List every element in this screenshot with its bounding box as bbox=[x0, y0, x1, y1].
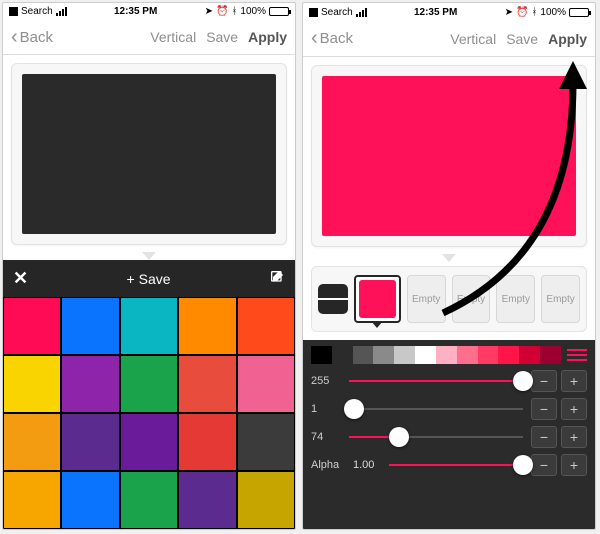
color-swatch[interactable] bbox=[121, 356, 177, 412]
color-swatch[interactable] bbox=[238, 414, 294, 470]
color-swatch[interactable] bbox=[179, 298, 235, 354]
decrement-button[interactable]: − bbox=[531, 370, 557, 392]
preview-card bbox=[11, 63, 287, 245]
slider-red: 255 −+ bbox=[311, 370, 587, 392]
chevron-left-icon: ‹ bbox=[311, 27, 318, 50]
color-swatch[interactable] bbox=[121, 472, 177, 528]
apply-button[interactable]: Apply bbox=[248, 29, 287, 45]
bluetooth-icon: ᚼ bbox=[231, 6, 237, 17]
color-swatch[interactable] bbox=[238, 472, 294, 528]
color-swatch[interactable] bbox=[62, 298, 118, 354]
color-swatch[interactable] bbox=[62, 472, 118, 528]
decrement-button[interactable]: − bbox=[531, 454, 557, 476]
apply-button[interactable]: Apply bbox=[548, 31, 587, 47]
color-swatch[interactable] bbox=[238, 298, 294, 354]
card-notch-icon bbox=[442, 254, 456, 262]
status-time: 12:35 PM bbox=[367, 7, 505, 18]
slider-red-value: 255 bbox=[311, 375, 341, 387]
gradient-strip[interactable] bbox=[311, 346, 561, 364]
alarm-icon: ⏰ bbox=[216, 6, 228, 17]
increment-button[interactable]: + bbox=[561, 426, 587, 448]
color-swatch[interactable] bbox=[62, 414, 118, 470]
back-button[interactable]: ‹Back bbox=[311, 27, 353, 50]
battery-pct: 100% bbox=[540, 7, 566, 18]
close-icon[interactable]: ✕ bbox=[13, 268, 28, 289]
color-swatch[interactable] bbox=[179, 472, 235, 528]
alarm-icon: ⏰ bbox=[516, 7, 528, 18]
save-button[interactable]: Save bbox=[506, 31, 538, 47]
color-swatch[interactable] bbox=[4, 356, 60, 412]
slider-blue: 74 −+ bbox=[311, 426, 587, 448]
card-notch-icon bbox=[142, 252, 156, 260]
swatch-slot-empty[interactable]: Empty bbox=[407, 275, 446, 323]
vertical-button[interactable]: Vertical bbox=[450, 31, 496, 47]
color-preview[interactable] bbox=[22, 74, 276, 234]
color-swatch[interactable] bbox=[4, 414, 60, 470]
swatch-slot-active[interactable] bbox=[354, 275, 401, 323]
color-swatch[interactable] bbox=[4, 472, 60, 528]
color-swatch[interactable] bbox=[121, 298, 177, 354]
increment-button[interactable]: + bbox=[561, 398, 587, 420]
edit-icon[interactable] bbox=[269, 269, 285, 288]
back-label: Back bbox=[20, 29, 53, 46]
slider-alpha-track[interactable] bbox=[389, 454, 523, 476]
slider-green-track[interactable] bbox=[349, 398, 523, 420]
nav-bar: ‹Back Vertical Save Apply bbox=[3, 20, 295, 55]
editor-menu-icon[interactable] bbox=[567, 349, 587, 361]
color-swatch[interactable] bbox=[238, 356, 294, 412]
slider-green: 1 −+ bbox=[311, 398, 587, 420]
color-swatch[interactable] bbox=[121, 414, 177, 470]
battery-icon bbox=[569, 8, 589, 17]
slider-green-value: 1 bbox=[311, 403, 341, 415]
color-swatch[interactable] bbox=[179, 414, 235, 470]
location-icon: ➤ bbox=[205, 6, 213, 17]
swatch-menu-button[interactable] bbox=[318, 284, 348, 314]
color-preview[interactable] bbox=[322, 76, 576, 236]
slider-alpha: Alpha 1.00 −+ bbox=[311, 454, 587, 476]
status-search[interactable]: Search bbox=[321, 7, 353, 18]
decrement-button[interactable]: − bbox=[531, 426, 557, 448]
battery-icon bbox=[269, 7, 289, 16]
location-icon: ➤ bbox=[505, 7, 513, 18]
swatch-slot-empty[interactable]: Empty bbox=[452, 275, 491, 323]
chevron-left-icon: ‹ bbox=[11, 26, 18, 49]
status-time: 12:35 PM bbox=[67, 6, 205, 17]
status-search[interactable]: Search bbox=[21, 6, 53, 17]
slider-blue-track[interactable] bbox=[349, 426, 523, 448]
app-return-icon[interactable] bbox=[309, 8, 318, 17]
increment-button[interactable]: + bbox=[561, 370, 587, 392]
bluetooth-icon: ᚼ bbox=[531, 7, 537, 18]
back-label: Back bbox=[320, 30, 353, 47]
increment-button[interactable]: + bbox=[561, 454, 587, 476]
slider-blue-value: 74 bbox=[311, 431, 341, 443]
app-return-icon[interactable] bbox=[9, 7, 18, 16]
color-swatch[interactable] bbox=[179, 356, 235, 412]
color-editor: 255 −+ 1 −+ 74 −+ Alpha 1.00 −+ bbox=[303, 340, 595, 529]
color-swatch[interactable] bbox=[4, 298, 60, 354]
swatch-slot-empty[interactable]: Empty bbox=[541, 275, 580, 323]
slider-alpha-label: Alpha bbox=[311, 459, 345, 471]
phone-left: Search 12:35 PM ➤ ⏰ ᚼ 100% ‹Back Vertica… bbox=[2, 2, 296, 530]
color-grid bbox=[3, 297, 295, 529]
status-bar: Search 12:35 PM ➤ ⏰ ᚼ 100% bbox=[303, 3, 595, 21]
slider-red-track[interactable] bbox=[349, 370, 523, 392]
palette-header: ✕ + Save bbox=[3, 260, 295, 297]
back-button[interactable]: ‹Back bbox=[11, 26, 53, 49]
phone-right: Search 12:35 PM ➤ ⏰ ᚼ 100% ‹Back Vertica… bbox=[302, 2, 596, 530]
decrement-button[interactable]: − bbox=[531, 398, 557, 420]
palette-save-button[interactable]: + Save bbox=[28, 271, 269, 287]
signal-icon bbox=[56, 7, 67, 16]
battery-pct: 100% bbox=[240, 6, 266, 17]
signal-icon bbox=[356, 8, 367, 17]
status-bar: Search 12:35 PM ➤ ⏰ ᚼ 100% bbox=[3, 3, 295, 20]
color-swatch[interactable] bbox=[62, 356, 118, 412]
save-button[interactable]: Save bbox=[206, 29, 238, 45]
swatch-slots: Empty Empty Empty Empty bbox=[311, 266, 587, 332]
preview-card bbox=[311, 65, 587, 247]
slider-alpha-value: 1.00 bbox=[353, 459, 381, 471]
vertical-button[interactable]: Vertical bbox=[150, 29, 196, 45]
nav-bar: ‹Back Vertical Save Apply bbox=[303, 21, 595, 57]
swatch-slot-empty[interactable]: Empty bbox=[496, 275, 535, 323]
